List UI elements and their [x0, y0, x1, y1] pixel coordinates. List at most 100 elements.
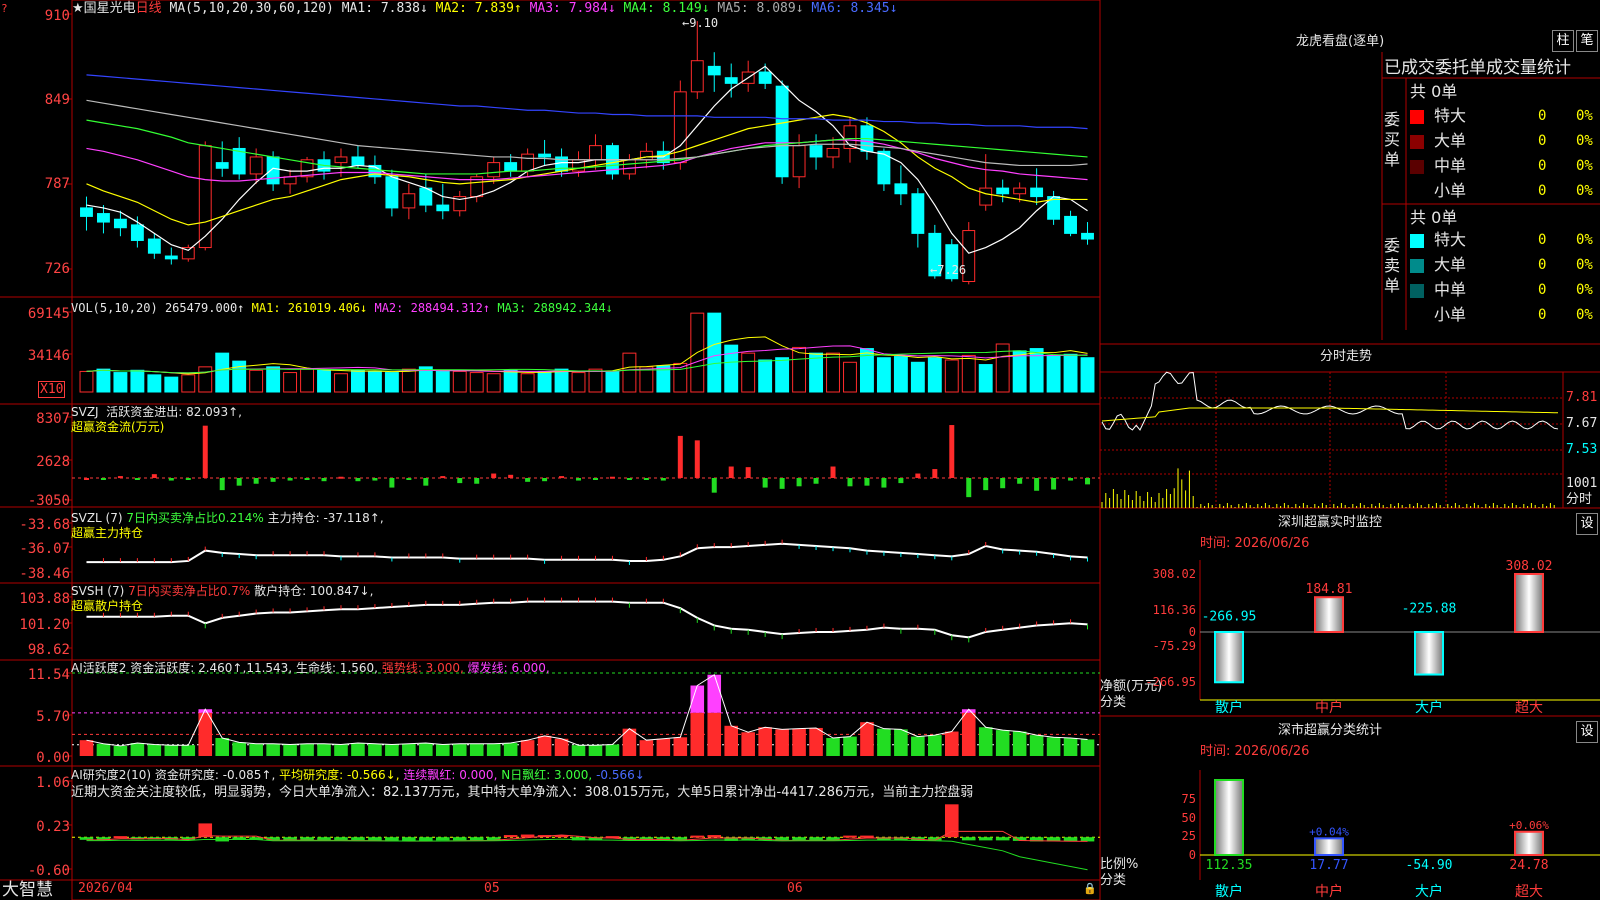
activity-burst-bar: [707, 674, 722, 713]
pen-mode-button[interactable]: 笔: [1576, 30, 1598, 52]
fund-flow-bar: [796, 478, 802, 487]
volume-bar: [164, 376, 179, 393]
fund-flow-bar: [236, 478, 242, 486]
volume-bar: [520, 373, 535, 393]
retail-line: [86, 600, 1088, 639]
class-value-label: 24.78: [1509, 858, 1548, 873]
activity-bar: [792, 728, 806, 756]
order-color-swatch: [1410, 135, 1424, 149]
sz-class-ylabel: 比例%: [1100, 857, 1139, 872]
class-axis-label: 0: [1189, 848, 1196, 862]
candle-body: [266, 156, 280, 185]
activity-bar: [554, 738, 569, 756]
research-bar: [435, 837, 450, 841]
volume-bar: [317, 369, 331, 393]
activity-bar: [452, 743, 467, 756]
lock-icon[interactable]: 🔒: [1083, 882, 1097, 896]
favorite-star-icon[interactable]: ★: [72, 1, 84, 16]
order-percent: 0%: [1576, 307, 1593, 323]
order-count: 0: [1538, 108, 1547, 124]
svzl-axis-label: -38.46: [19, 566, 70, 582]
volume-bar: [1063, 353, 1078, 393]
sz-class-settings-button[interactable]: 设: [1576, 721, 1598, 743]
research-bar: [944, 804, 959, 838]
intraday-vol-unit: 分时: [1566, 492, 1593, 507]
fund-flow-bar: [881, 478, 887, 488]
fund-flow-bar: [389, 478, 395, 488]
sz-class-xlabel: 分类: [1100, 873, 1127, 888]
volume-bar: [1080, 357, 1095, 393]
volume-bar: [775, 357, 790, 393]
volume-bar: [843, 361, 857, 393]
candle-body: [283, 176, 297, 185]
order-count: 0: [1538, 183, 1547, 199]
activity-bar: [707, 712, 722, 756]
activity-bar: [860, 722, 874, 756]
candle-body: [707, 65, 721, 76]
fund-flow-bar: [898, 478, 904, 484]
svsh-header: SVSH (7) 7日内买卖净占比0.7% 散户持仓: 100.847↓,: [71, 584, 374, 598]
ai2-axis-label: 11.54: [27, 667, 70, 683]
volume-bar: [554, 368, 569, 393]
intraday-vol-label: 1001: [1566, 476, 1598, 491]
ma5-value: MA5: 8.089↓: [717, 1, 804, 16]
activity-bar: [300, 743, 314, 756]
class-bar: [1214, 779, 1244, 856]
svzj-axis-label: 2628: [36, 454, 70, 470]
activity-bar: [537, 735, 552, 756]
activity-bar: [215, 738, 230, 756]
volume-bar: [401, 368, 416, 393]
monitor-category-label: 散户: [1215, 699, 1243, 716]
fund-flow-bar: [1000, 478, 1006, 489]
volume-bar: [266, 366, 281, 393]
fund-flow-bar: [168, 478, 174, 481]
stock-name[interactable]: 国星光电: [84, 1, 136, 16]
ma-line-ma6: [86, 74, 1088, 130]
order-size-label: 小单: [1434, 305, 1467, 324]
monitor-axis-label: 116.36: [1153, 603, 1196, 617]
research-bar: [452, 837, 467, 841]
candle-body: [809, 145, 823, 158]
svzj-header: SVZJ 活跃资金进出: 82.093↑,: [71, 405, 242, 419]
fund-flow-bar: [694, 440, 700, 478]
activity-bar: [164, 745, 179, 756]
fund-flow-bar: [287, 478, 293, 481]
fund-flow-bar: [406, 478, 412, 480]
activity-bar: [317, 743, 331, 756]
ai2-axis-label: 5.70: [36, 709, 70, 725]
activity-bar: [334, 744, 348, 756]
bar-mode-button[interactable]: 柱: [1552, 30, 1574, 52]
ai-research-axis-label: 1.06: [36, 775, 70, 791]
sz-monitor-settings-button[interactable]: 设: [1576, 513, 1598, 535]
volume-bar: [147, 374, 162, 393]
vol-unit-badge[interactable]: X10: [38, 381, 66, 398]
fund-flow-bar: [847, 478, 853, 487]
volume-bar: [351, 369, 365, 393]
main-force-line: [86, 542, 1088, 564]
candle-body: [113, 218, 127, 229]
period-label[interactable]: 日线: [136, 1, 162, 16]
fund-flow-bar: [932, 469, 938, 478]
candle-body: [487, 162, 501, 178]
fund-flow-bar: [779, 478, 785, 489]
price-axis-label: 787: [44, 176, 70, 192]
order-size-label: 特大: [1434, 230, 1467, 249]
volume-bar: [1012, 350, 1027, 393]
candle-body: [979, 187, 993, 206]
candle-body: [758, 71, 772, 84]
volume-bar: [452, 370, 467, 393]
order-count: 0: [1538, 257, 1547, 273]
order-color-swatch: [1410, 110, 1424, 124]
sell-side-label: 委卖单: [1384, 236, 1401, 295]
volume-bar: [961, 354, 976, 393]
intraday-price-line: [1101, 371, 1559, 431]
candle-body: [80, 207, 93, 217]
fund-flow-bar: [762, 478, 768, 488]
activity-bar: [571, 745, 586, 756]
candle-body: [334, 156, 348, 164]
activity-bar: [995, 730, 1010, 756]
order-stats-title: 已成交委托单成交量统计: [1384, 58, 1571, 78]
class-category-label: 中户: [1315, 883, 1343, 900]
fund-flow-bar: [728, 466, 734, 478]
ai2-header: AI活跃度2 资金活跃度: 2.460↑,11.543, 生命线: 1.560,…: [71, 661, 550, 675]
